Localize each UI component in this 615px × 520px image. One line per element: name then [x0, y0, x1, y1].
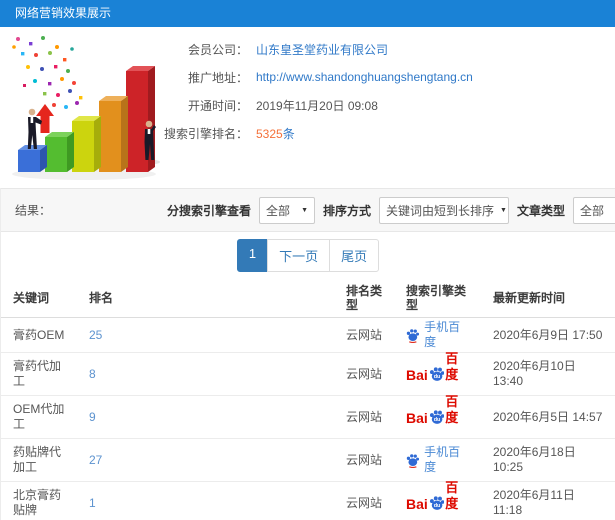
rank-link[interactable]: 8	[89, 367, 96, 381]
rank-type-cell: 云网站	[334, 317, 394, 353]
baidu-logo: Bai du 百度	[406, 394, 469, 426]
table-row: 膏药OEM 25 云网站 手机百度 2020年6月9日 17:50	[1, 317, 615, 353]
info-field-open-time: 开通时间： 2019年11月20日 09:08	[130, 91, 473, 119]
article-type-value: 全部	[580, 203, 605, 218]
table-row: OEM代加工 9 云网站 Bai du 百度 2020年6月5日 14:57	[1, 394, 615, 439]
baidu-logo-du: du	[434, 417, 441, 423]
bar-yellow	[72, 116, 101, 172]
mobile-baidu-logo: 手机百度	[406, 320, 469, 350]
promo-url-link[interactable]: http://www.shandonghuangshengtang.cn	[256, 70, 473, 84]
sort-select[interactable]: 关键词由短到长排序 ▼	[379, 196, 510, 224]
keyword-cell: 北京膏药贴牌	[1, 481, 77, 520]
baidu-paw-icon	[406, 328, 420, 343]
info-field-rank-count: 搜索引擎排名： 5325条	[130, 119, 473, 147]
rank-type-cell: 云网站	[334, 438, 394, 482]
promo-url-label: 推广地址：	[187, 70, 248, 85]
article-type-label: 文章类型	[517, 203, 566, 218]
baidu-paw-icon: du	[429, 409, 445, 424]
baidu-logo-cn: 百度	[445, 350, 459, 382]
updated-cell: 2020年6月10日 13:40	[481, 352, 615, 396]
rank-link[interactable]: 27	[89, 453, 102, 467]
info-fields: 会员公司： 山东皇圣堂药业有限公司 推广地址： http://www.shand…	[130, 35, 473, 147]
sort-value: 关键词由短到长排序	[386, 203, 495, 218]
mobile-baidu-label: 手机百度	[424, 320, 461, 349]
baidu-logo-du: du	[434, 503, 441, 509]
keyword-cell: 药贴牌代加工	[1, 438, 77, 482]
updated-cell: 2020年6月5日 14:57	[481, 395, 615, 439]
confetti-dots	[12, 36, 83, 109]
baidu-logo: Bai du 百度	[406, 351, 469, 383]
header-rank: 排名	[77, 279, 334, 318]
open-time-value: 2019年11月20日 09:08	[256, 98, 378, 113]
page-header: 网络营销效果展示	[0, 0, 615, 27]
rank-count-value: 5325	[256, 126, 283, 141]
rank-type-cell: 云网站	[334, 352, 394, 396]
baidu-logo-cn: 百度	[445, 479, 459, 511]
header-rank-type: 排名类型	[334, 279, 394, 318]
article-type-select[interactable]: 全部 ▼	[573, 196, 615, 224]
table-row: 北京膏药贴牌 1 云网站 Bai du 百度 2020年6月11日 11:18	[1, 480, 615, 520]
page-1-button[interactable]: 1	[236, 239, 269, 272]
baidu-logo-bai: Bai	[406, 495, 428, 512]
header-keyword: 关键词	[1, 279, 77, 318]
updated-cell: 2020年6月18日 10:25	[481, 438, 615, 482]
engine-filter-select[interactable]: 全部 ▼	[259, 196, 316, 224]
page-title: 网络营销效果展示	[15, 6, 112, 20]
info-field-url: 推广地址： http://www.shandonghuangshengtang.…	[130, 63, 473, 91]
keyword-cell: 膏药OEM	[1, 317, 77, 353]
baidu-paw-icon	[406, 453, 420, 468]
baidu-paw-icon: du	[429, 366, 445, 381]
rank-count-unit[interactable]: 条	[283, 127, 295, 141]
updated-cell: 2020年6月11日 11:18	[481, 481, 615, 520]
mobile-baidu-label: 手机百度	[424, 445, 461, 474]
last-page-button[interactable]: 尾页	[329, 239, 380, 272]
bar-green	[45, 132, 74, 172]
pagination-zone: 1 下一页 尾页	[1, 232, 615, 279]
engine-filter-label: 分搜索引擎查看	[167, 203, 252, 218]
sort-label: 排序方式	[323, 203, 372, 218]
rank-link[interactable]: 9	[89, 410, 96, 424]
rank-link[interactable]: 1	[89, 496, 96, 510]
keyword-cell: 膏药代加工	[1, 352, 77, 396]
filter-controls: 分搜索引擎查看 全部 ▼ 排序方式 关键词由短到长排序 ▼ 文章类型 全部 ▼ …	[163, 196, 615, 224]
caret-down-icon: ▼	[301, 206, 309, 214]
bar-orange	[99, 96, 128, 172]
caret-down-icon: ▼	[500, 206, 507, 214]
rank-link[interactable]: 25	[89, 328, 102, 342]
bar-blue	[18, 145, 47, 172]
table-row: 膏药代加工 8 云网站 Bai du 百度 2020年6月10日 13:40	[1, 351, 615, 396]
baidu-logo: Bai du 百度	[406, 480, 469, 512]
results-panel: 结果： 分搜索引擎查看 全部 ▼ 排序方式 关键词由短到长排序 ▼ 文章类型 全…	[0, 188, 615, 520]
baidu-logo-cn: 百度	[445, 393, 459, 425]
open-time-label: 开通时间：	[187, 98, 248, 113]
result-label: 结果：	[15, 203, 52, 218]
rank-count-label: 搜索引擎排名：	[163, 126, 248, 141]
results-table: 关键词 排名 排名类型 搜索引擎类型 最新更新时间 膏药OEM 25 云网站 手…	[1, 279, 615, 520]
baidu-paw-icon: du	[429, 495, 445, 510]
pagination: 1 下一页 尾页	[236, 239, 380, 272]
table-row: 药贴牌代加工 27 云网站 手机百度 2020年6月18日 10:25	[1, 438, 615, 482]
company-link[interactable]: 山东皇圣堂药业有限公司	[256, 41, 388, 58]
baidu-logo-bai: Bai	[406, 366, 428, 383]
updated-cell: 2020年6月9日 17:50	[481, 317, 615, 353]
table-header-row: 关键词 排名 排名类型 搜索引擎类型 最新更新时间	[1, 279, 615, 318]
header-engine-type: 搜索引擎类型	[394, 279, 481, 318]
next-page-button[interactable]: 下一页	[267, 239, 331, 272]
baidu-logo-bai: Bai	[406, 409, 428, 426]
filters-bar: 结果： 分搜索引擎查看 全部 ▼ 排序方式 关键词由短到长排序 ▼ 文章类型 全…	[1, 188, 615, 232]
up-arrow-icon	[36, 104, 54, 133]
company-label: 会员公司：	[187, 42, 248, 57]
mobile-baidu-logo: 手机百度	[406, 445, 469, 475]
keyword-cell: OEM代加工	[1, 395, 77, 439]
baidu-logo-du: du	[434, 374, 441, 380]
engine-filter-value: 全部	[266, 203, 291, 218]
info-field-company: 会员公司： 山东皇圣堂药业有限公司	[130, 35, 473, 63]
header-updated: 最新更新时间	[481, 279, 615, 318]
info-section: 会员公司： 山东皇圣堂药业有限公司 推广地址： http://www.shand…	[0, 27, 615, 188]
rank-type-cell: 云网站	[334, 395, 394, 439]
rank-type-cell: 云网站	[334, 481, 394, 520]
